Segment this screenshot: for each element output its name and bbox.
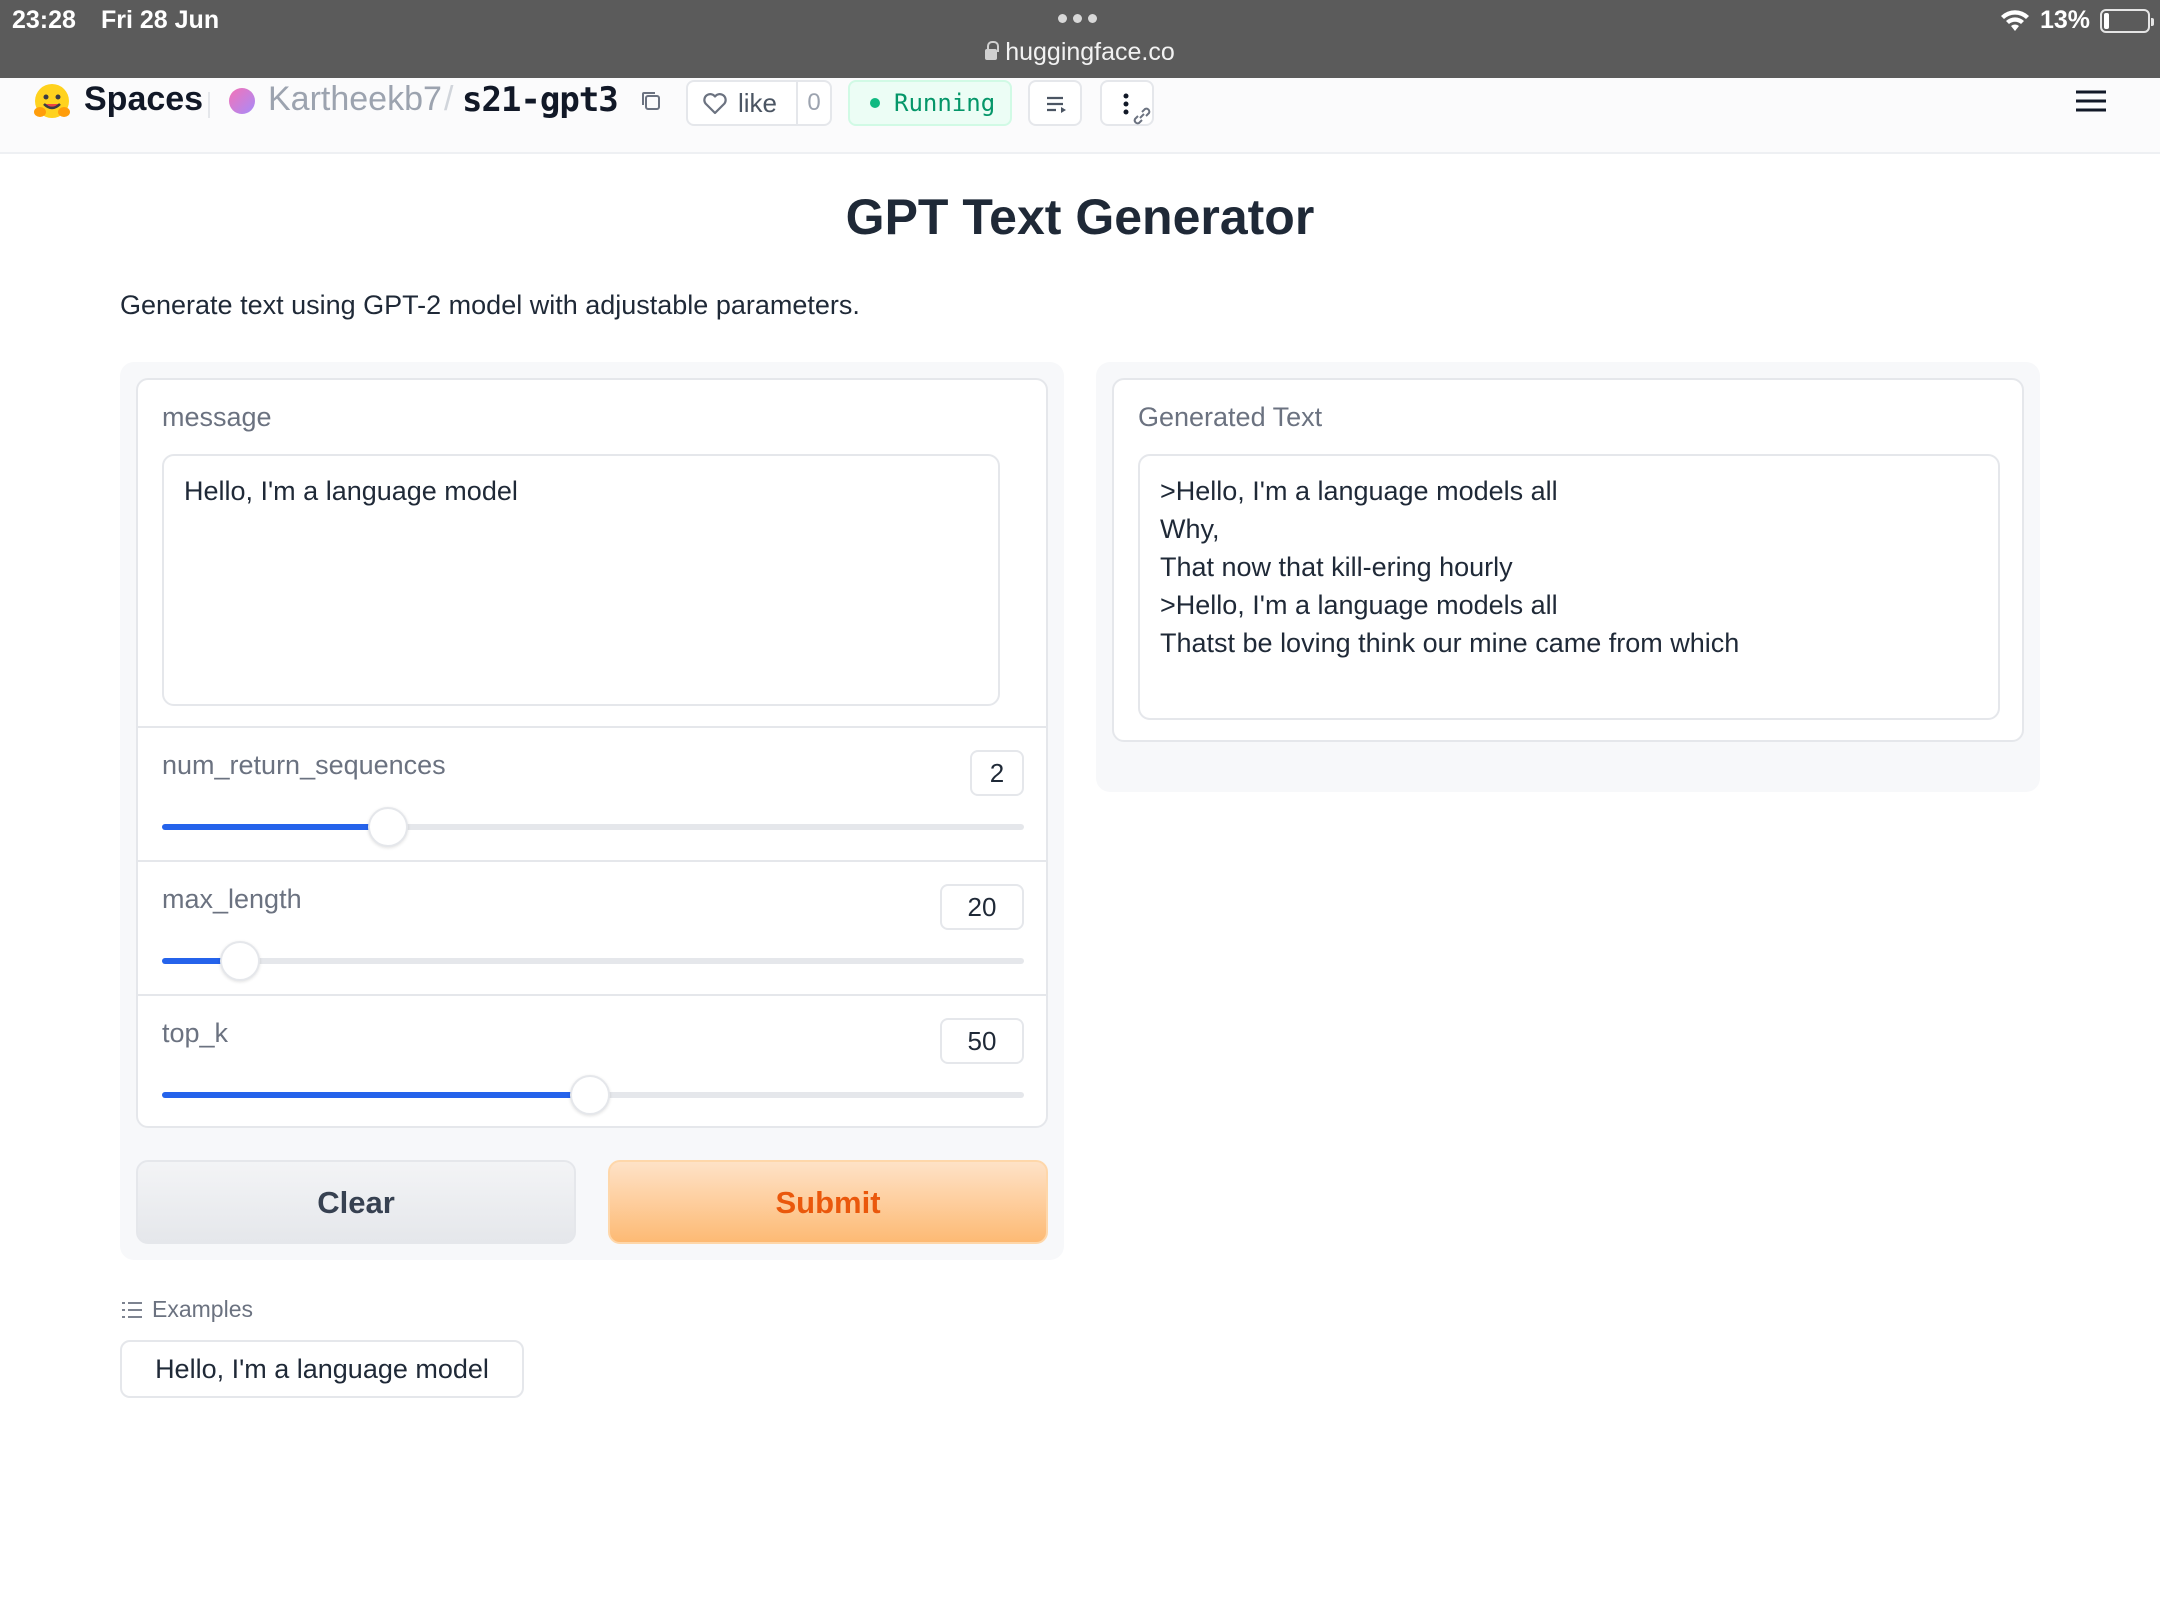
more-options-button[interactable] bbox=[1100, 80, 1154, 126]
link-icon bbox=[1133, 107, 1151, 125]
examples-heading: Examples bbox=[152, 1296, 253, 1322]
logs-icon bbox=[1047, 96, 1066, 113]
top-k-input[interactable]: 50 bbox=[940, 1018, 1024, 1064]
slider-thumb[interactable] bbox=[367, 807, 408, 847]
like-button[interactable]: like 0 bbox=[686, 80, 832, 126]
wifi-icon bbox=[2000, 9, 2029, 31]
repo-name-link[interactable]: s21-gpt3 bbox=[462, 80, 619, 120]
multitasking-dots-icon[interactable] bbox=[1058, 14, 1097, 23]
battery-icon bbox=[2100, 8, 2154, 33]
top-k-slider[interactable] bbox=[162, 1075, 1024, 1115]
address-bar[interactable]: huggingface.co bbox=[0, 38, 2160, 67]
owner-link[interactable]: Kartheekb7 bbox=[268, 80, 442, 119]
examples-header: Examples bbox=[122, 1296, 253, 1323]
status-date: Fri 28 Jun bbox=[101, 6, 220, 34]
clear-button[interactable]: Clear bbox=[136, 1160, 576, 1244]
divider bbox=[138, 994, 1046, 996]
num-return-sequences-label: num_return_sequences bbox=[162, 750, 446, 780]
max-length-slider[interactable] bbox=[162, 941, 1024, 981]
hamburger-menu-icon[interactable] bbox=[2076, 90, 2106, 112]
battery-percent: 13% bbox=[2039, 6, 2090, 34]
submit-button[interactable]: Submit bbox=[608, 1160, 1048, 1244]
url-text: huggingface.co bbox=[1005, 38, 1175, 66]
like-count[interactable]: 0 bbox=[796, 82, 830, 124]
site-header: Spaces Kartheekb7 / s21-gpt3 like 0 Runn… bbox=[0, 78, 2160, 154]
message-textarea[interactable]: Hello, I'm a language model bbox=[162, 454, 1000, 706]
hugging-face-logo-icon[interactable] bbox=[32, 82, 72, 122]
slider-thumb[interactable] bbox=[569, 1075, 610, 1115]
divider bbox=[138, 860, 1046, 862]
max-length-input[interactable]: 20 bbox=[940, 884, 1024, 930]
battery-level bbox=[2104, 12, 2109, 29]
divider bbox=[138, 726, 1046, 728]
example-item[interactable]: Hello, I'm a language model bbox=[120, 1340, 524, 1398]
owner-avatar[interactable] bbox=[229, 88, 255, 114]
input-card: message Hello, I'm a language model num_… bbox=[136, 378, 1048, 1128]
status-dot-icon bbox=[870, 98, 880, 108]
spaces-link[interactable]: Spaces bbox=[84, 80, 203, 119]
page-title: GPT Text Generator bbox=[845, 189, 1315, 245]
top-k-label: top_k bbox=[162, 1018, 229, 1048]
message-label: message bbox=[162, 402, 272, 432]
status-text: Running bbox=[894, 89, 996, 117]
copy-icon[interactable] bbox=[640, 90, 662, 112]
path-separator: / bbox=[444, 80, 454, 118]
status-time: 23:28 bbox=[12, 6, 76, 34]
lock-icon bbox=[985, 41, 1000, 60]
generated-text-label: Generated Text bbox=[1138, 402, 1323, 432]
num-return-sequences-slider[interactable] bbox=[162, 807, 1024, 847]
logs-button[interactable] bbox=[1028, 80, 1082, 126]
slider-thumb[interactable] bbox=[220, 941, 261, 981]
slider-fill bbox=[162, 1092, 590, 1098]
heart-icon bbox=[703, 93, 727, 115]
status-bar: 23:28 Fri 28 Jun 13% huggingface.co bbox=[0, 0, 2160, 78]
num-return-sequences-input[interactable]: 2 bbox=[970, 750, 1024, 796]
status-right: 13% bbox=[2000, 6, 2154, 35]
generated-text-output[interactable]: >Hello, I'm a language models all Why, T… bbox=[1138, 454, 2000, 720]
list-icon bbox=[122, 1301, 142, 1318]
header-divider bbox=[208, 92, 210, 118]
slider-fill bbox=[162, 824, 388, 830]
max-length-label: max_length bbox=[162, 884, 302, 914]
page-description: Generate text using GPT-2 model with adj… bbox=[120, 290, 860, 320]
running-status-badge[interactable]: Running bbox=[848, 80, 1012, 126]
output-card: Generated Text >Hello, I'm a language mo… bbox=[1112, 378, 2024, 742]
